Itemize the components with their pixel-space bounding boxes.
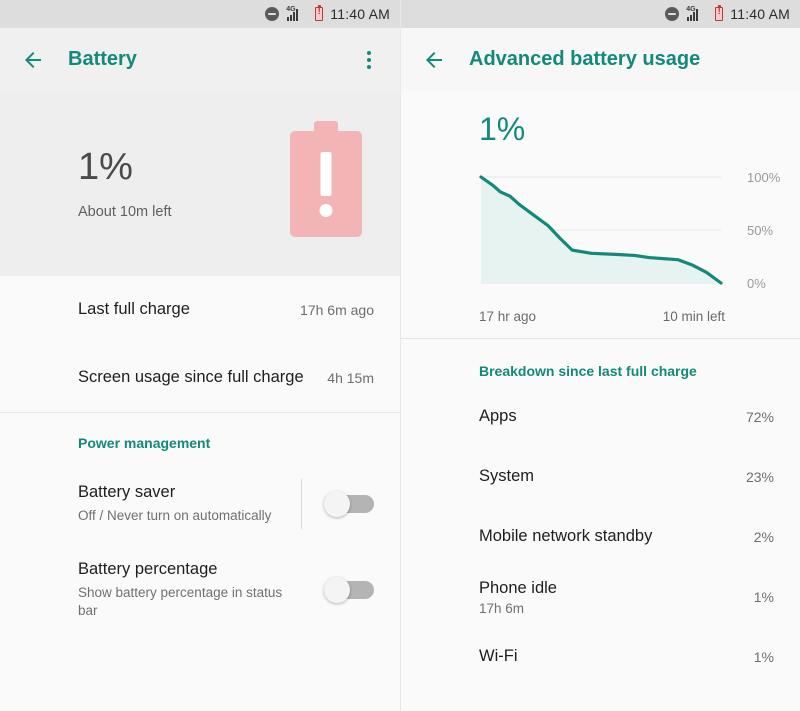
row-value: 23% (745, 469, 774, 485)
battery-percent: 1% (479, 111, 526, 147)
do-not-disturb-icon (265, 7, 280, 21)
chart-x-label-start: 17 hr ago (479, 309, 537, 324)
chart-y-tick-label: 50% (747, 223, 773, 238)
battery-alert-large-icon (290, 120, 362, 237)
chart-x-label-end: 10 min left (662, 309, 725, 324)
row-title: Mobile network standby (479, 527, 653, 546)
list-item-battery-saver[interactable]: Battery saver Off / Never turn on automa… (0, 461, 400, 547)
advanced-battery-usage-screen: 4G 11:40 AM Advanced battery usage 1% 10… (400, 0, 800, 711)
status-bar-clock: 11:40 AM (330, 6, 390, 22)
status-bar-clock: 11:40 AM (730, 6, 790, 22)
list-item[interactable]: System 23% (401, 447, 800, 507)
list-item-battery-percentage[interactable]: Battery percentage Show battery percenta… (0, 547, 400, 633)
row-title: Apps (479, 407, 517, 426)
signal-bars-icon: 4G (686, 6, 708, 22)
battery-percentage-toggle[interactable] (324, 577, 374, 603)
list-item[interactable]: Last full charge 17h 6m ago (0, 276, 400, 344)
screenshot-root: 4G 11:40 AM Battery 1% About 10m left (0, 0, 800, 711)
row-title: Battery percentage (78, 560, 218, 579)
status-bar-left: 4G 11:40 AM (0, 0, 400, 28)
row-title: System (479, 467, 535, 486)
battery-percent: 1% (78, 145, 133, 188)
row-title: Battery saver (78, 483, 176, 502)
do-not-disturb-icon (665, 7, 680, 21)
app-bar-left: Battery (0, 28, 400, 91)
power-management-header: Power management (78, 435, 211, 451)
status-bar-right: 4G 11:40 AM (401, 0, 800, 28)
app-bar-right: Advanced battery usage (401, 28, 800, 91)
list-item[interactable]: Wi-Fi 1% (401, 627, 800, 687)
battery-alert-icon (715, 4, 724, 21)
battery-alert-icon (315, 4, 324, 21)
list-item[interactable]: Screen usage since full charge 4h 15m (0, 344, 400, 412)
vertical-divider (301, 479, 302, 529)
breakdown-header: Breakdown since last full charge (479, 363, 697, 379)
battery-saver-toggle[interactable] (324, 491, 374, 517)
battery-info-list: Last full charge 17h 6m ago Screen usage… (0, 276, 400, 633)
row-subtitle: Show battery percentage in status bar (78, 585, 283, 619)
list-item[interactable]: Apps 72% (401, 387, 800, 447)
row-subtitle: Off / Never turn on automatically (78, 508, 272, 524)
row-value: 72% (745, 409, 774, 425)
signal-bars-icon: 4G (286, 6, 308, 22)
page-title: Advanced battery usage (469, 48, 701, 70)
row-value: 1% (753, 589, 774, 605)
row-value: 17h 6m ago (300, 302, 374, 318)
battery-hero: 1% About 10m left (0, 91, 400, 276)
battery-history-chart: 100% 50% 0% 17 hr ago 10 min left (401, 145, 800, 324)
chart-y-tick-label: 0% (747, 276, 766, 291)
row-value: 2% (753, 529, 774, 545)
battery-time-left: About 10m left (78, 203, 172, 220)
row-title: Screen usage since full charge (78, 368, 304, 387)
overflow-menu-icon[interactable] (354, 43, 384, 77)
breakdown-list: Apps 72% System 23% Mobile network stand… (401, 387, 800, 687)
list-item[interactable]: Phone idle 17h 6m 1% (401, 567, 800, 627)
back-arrow-icon[interactable] (417, 43, 451, 77)
row-subtitle: 17h 6m (479, 601, 525, 617)
page-title: Battery (68, 48, 137, 70)
battery-history-chart-svg: 100% 50% 0% (479, 170, 781, 291)
list-item[interactable]: Mobile network standby 2% (401, 507, 800, 567)
row-title: Phone idle (479, 578, 557, 597)
row-value: 1% (753, 649, 774, 665)
chart-y-tick-label: 100% (747, 170, 781, 185)
row-title: Wi-Fi (479, 647, 518, 666)
row-title: Last full charge (78, 300, 190, 319)
battery-settings-screen: 4G 11:40 AM Battery 1% About 10m left (0, 0, 400, 711)
back-arrow-icon[interactable] (16, 43, 50, 77)
row-value: 4h 15m (327, 370, 374, 386)
